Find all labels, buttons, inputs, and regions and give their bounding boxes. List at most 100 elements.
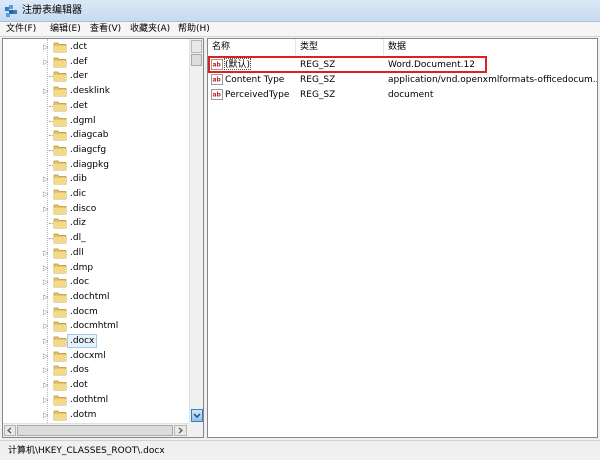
- tree-item[interactable]: ▷ .dochtml: [3, 289, 189, 305]
- tree-item[interactable]: .dgml: [3, 113, 189, 129]
- string-value-icon: ab: [211, 89, 223, 100]
- tree-item[interactable]: ▷ .disco: [3, 201, 189, 217]
- expand-arrow-icon[interactable]: ▷: [43, 43, 48, 51]
- expand-arrow-icon[interactable]: ▷: [43, 190, 48, 198]
- value-type: REG_SZ: [300, 75, 336, 85]
- expand-arrow-icon[interactable]: ▷: [43, 58, 48, 66]
- expand-arrow-icon[interactable]: ▷: [43, 308, 48, 316]
- menu-file[interactable]: 文件(F): [6, 23, 36, 35]
- expand-arrow-icon[interactable]: ▷: [43, 264, 48, 272]
- folder-icon: [53, 380, 67, 391]
- folder-icon: [53, 321, 67, 332]
- window-title: 注册表编辑器: [22, 5, 82, 16]
- tree-item[interactable]: ▷ .dothtml: [3, 392, 189, 408]
- column-header-type[interactable]: 类型: [296, 39, 384, 55]
- menu-help[interactable]: 帮助(H): [178, 23, 210, 35]
- expand-arrow-icon[interactable]: ▷: [43, 293, 48, 301]
- column-header-name[interactable]: 名称: [208, 39, 296, 55]
- column-header-data[interactable]: 数据: [384, 39, 597, 55]
- folder-icon: [53, 336, 67, 347]
- tree-item[interactable]: ▷ .dct: [3, 39, 189, 55]
- folder-icon: [53, 174, 67, 185]
- expand-arrow-icon[interactable]: ▷: [43, 366, 48, 374]
- tree-item-label: .def: [70, 56, 88, 67]
- registry-value-row[interactable]: ab Content Type REG_SZ application/vnd.open…: [208, 72, 597, 88]
- scroll-down-arrow-icon[interactable]: [191, 409, 203, 422]
- string-value-icon: ab: [211, 74, 223, 85]
- tree-item[interactable]: .diz: [3, 215, 189, 231]
- expand-arrow-icon[interactable]: ▷: [43, 175, 48, 183]
- tree-item[interactable]: .diagpkg: [3, 157, 189, 173]
- tree-item[interactable]: ▷ .docx: [3, 333, 189, 349]
- tree-item[interactable]: .dl_: [3, 230, 189, 246]
- tree-item-label: .dothtml: [70, 394, 109, 405]
- expand-arrow-icon[interactable]: ▷: [43, 87, 48, 95]
- tree-item-label: .diz: [70, 218, 86, 229]
- menu-view[interactable]: 查看(V): [90, 23, 121, 35]
- tree-item[interactable]: ▷ .def: [3, 54, 189, 70]
- registry-editor-icon: [5, 5, 17, 17]
- tree-item-label: .dochtml: [70, 291, 110, 302]
- expand-arrow-icon[interactable]: ▷: [43, 411, 48, 419]
- folder-icon: [53, 130, 67, 141]
- tree-item-label: .disco: [70, 203, 97, 214]
- folder-icon: [53, 204, 67, 215]
- scroll-up-arrow-icon[interactable]: [191, 40, 202, 53]
- tree-item-label: .dos: [70, 365, 89, 376]
- folder-icon: [53, 395, 67, 406]
- scroll-left-arrow-icon[interactable]: [4, 425, 16, 436]
- svg-text:ab: ab: [213, 77, 222, 84]
- folder-icon: [53, 145, 67, 156]
- tree-item-label: .diagcfg: [70, 144, 107, 155]
- value-type: REG_SZ: [300, 90, 336, 100]
- tree-item[interactable]: .diagcfg: [3, 142, 189, 158]
- tree-item-label: .der: [70, 71, 88, 82]
- menu-favorites[interactable]: 收藏夹(A): [130, 23, 170, 35]
- tree-item[interactable]: ▷ .dot: [3, 377, 189, 393]
- tree-item-label: .dl_: [70, 233, 86, 244]
- svg-text:ab: ab: [213, 92, 222, 99]
- tree-view: ▷ .dct ▷ .def .der ▷ .desklink .det .dgml .diagca…: [3, 39, 189, 423]
- tree-item[interactable]: ▷ .dib: [3, 171, 189, 187]
- folder-icon: [53, 233, 67, 244]
- tree-item-label: .dotm: [70, 409, 97, 420]
- registry-values-pane: 名称 类型 数据 ab (默认) REG_SZ Word.Document.12 ab C…: [207, 38, 598, 438]
- tree-item[interactable]: ▷ .doc: [3, 274, 189, 290]
- registry-value-row[interactable]: ab PerceivedType REG_SZ document: [208, 87, 597, 103]
- tree-item[interactable]: ▷ .dmp: [3, 260, 189, 276]
- horizontal-scroll-thumb[interactable]: [17, 425, 173, 436]
- expand-arrow-icon[interactable]: ▷: [43, 352, 48, 360]
- tree-item[interactable]: .diagcab: [3, 127, 189, 143]
- expand-arrow-icon[interactable]: ▷: [43, 322, 48, 330]
- tree-item-label: .dgml: [70, 115, 96, 126]
- tree-item[interactable]: ▷ .docm: [3, 304, 189, 320]
- expand-arrow-icon[interactable]: ▷: [43, 278, 48, 286]
- tree-item[interactable]: ▷ .dic: [3, 186, 189, 202]
- expand-arrow-icon[interactable]: ▷: [43, 396, 48, 404]
- scroll-right-arrow-icon[interactable]: [174, 425, 187, 436]
- expand-arrow-icon[interactable]: ▷: [43, 381, 48, 389]
- folder-icon: [53, 410, 67, 420]
- tree-vertical-scrollbar[interactable]: [189, 39, 203, 423]
- tree-item[interactable]: .der: [3, 68, 189, 84]
- scroll-thumb[interactable]: [191, 54, 202, 66]
- title-bar: 注册表编辑器: [0, 0, 600, 22]
- tree-horizontal-scrollbar[interactable]: [3, 423, 189, 437]
- tree-item[interactable]: ▷ .dotm: [3, 407, 189, 423]
- expand-arrow-icon[interactable]: ▷: [43, 337, 48, 345]
- tree-item-label: .docmhtml: [70, 321, 119, 332]
- tree-item[interactable]: ▷ .docmhtml: [3, 318, 189, 334]
- tree-item[interactable]: ▷ .desklink: [3, 83, 189, 99]
- tree-item[interactable]: .det: [3, 98, 189, 114]
- menu-edit[interactable]: 编辑(E): [50, 23, 81, 35]
- tree-item-label: .doc: [70, 277, 90, 288]
- tree-item[interactable]: ▷ .docxml: [3, 348, 189, 364]
- expand-arrow-icon[interactable]: ▷: [43, 205, 48, 213]
- tree-item-label: .dot: [70, 380, 88, 391]
- tree-item-label: .diagpkg: [70, 159, 109, 170]
- folder-icon: [53, 160, 67, 170]
- tree-item[interactable]: ▷ .dll: [3, 245, 189, 261]
- expand-arrow-icon[interactable]: ▷: [43, 249, 48, 257]
- folder-icon: [53, 42, 67, 53]
- tree-item[interactable]: ▷ .dos: [3, 362, 189, 378]
